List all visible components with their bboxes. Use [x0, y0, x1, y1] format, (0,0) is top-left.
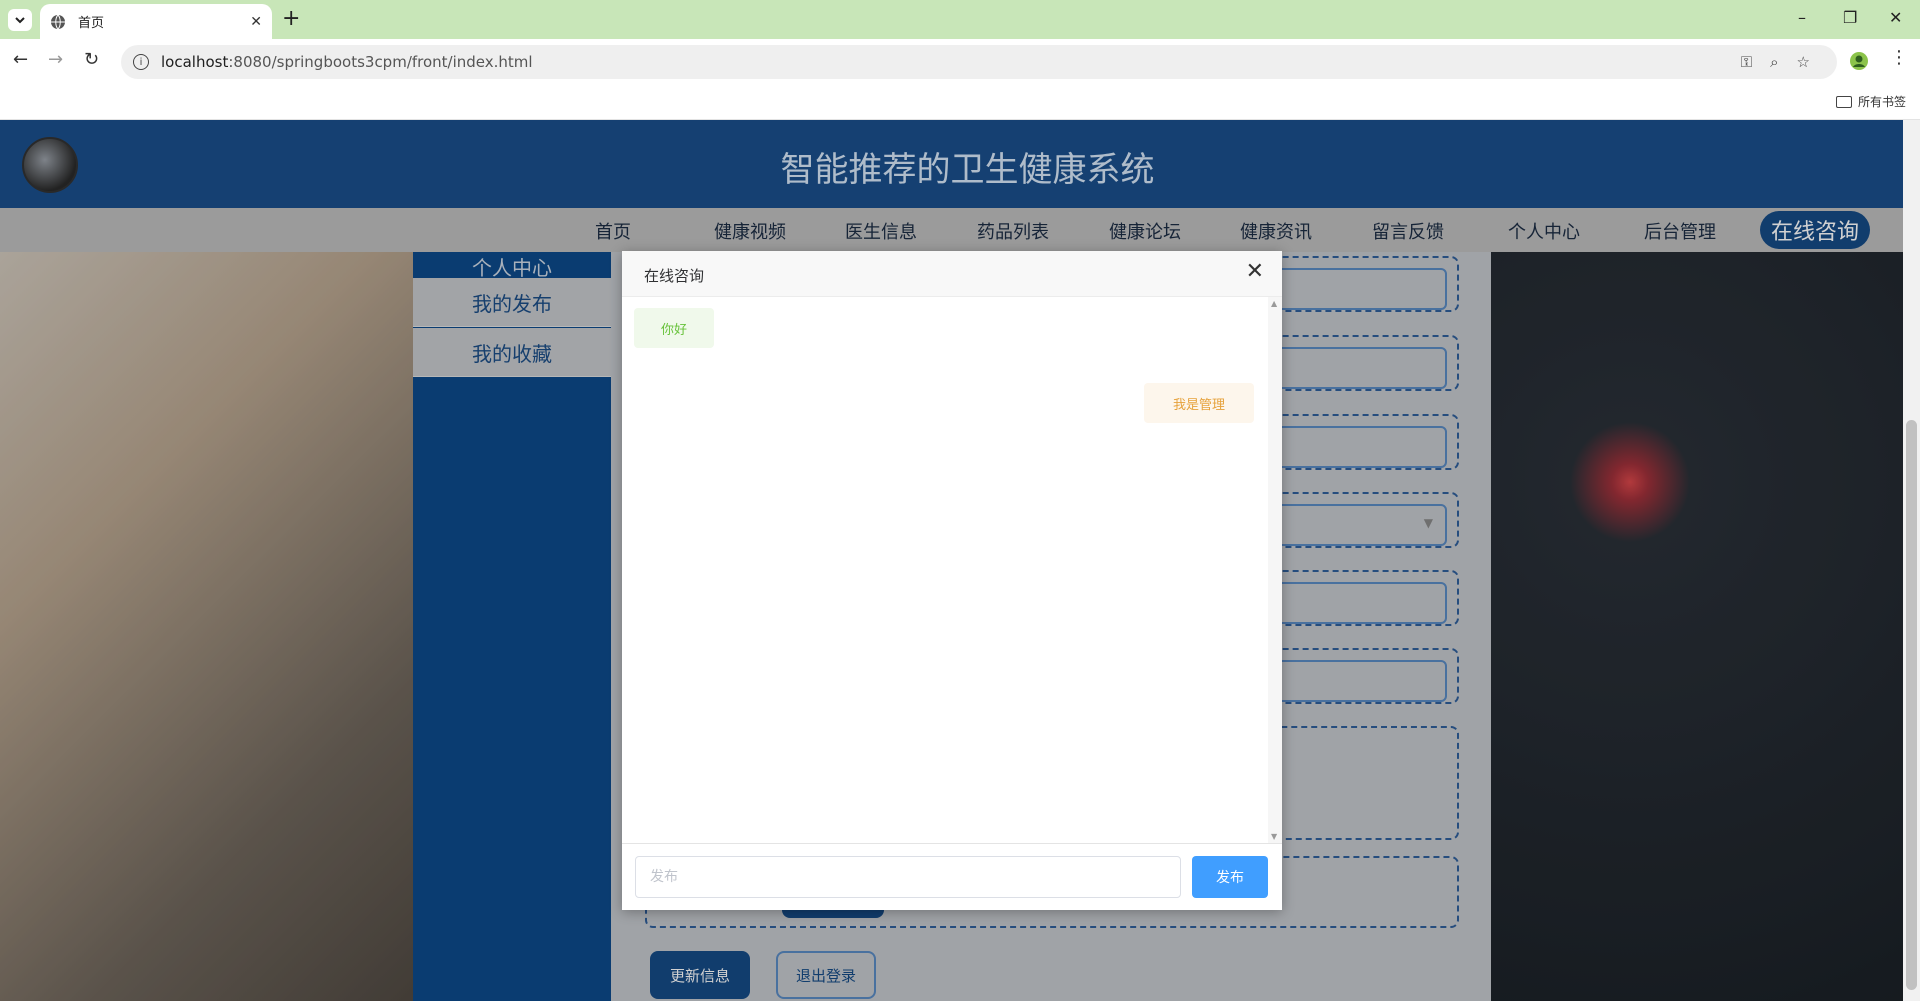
menu-kebab-icon[interactable]: ⋮ — [1890, 47, 1908, 68]
bookmarks-bar: 所有书签 — [0, 83, 1920, 120]
browser-tab-bar: 首页 ✕ + – ❐ ✕ — [0, 0, 1920, 39]
minimize-icon[interactable]: – — [1798, 8, 1806, 27]
all-bookmarks-button[interactable]: 所有书签 — [1835, 93, 1906, 110]
scrollbar-thumb[interactable] — [1906, 420, 1917, 990]
page-scrollbar[interactable] — [1903, 120, 1920, 1001]
restore-icon[interactable]: ❐ — [1843, 8, 1857, 27]
site-info-icon[interactable]: i — [133, 54, 149, 70]
omnibox-actions: ⚿⌕☆ — [1741, 53, 1828, 71]
profile-icon[interactable] — [1850, 52, 1868, 70]
tab-search-button[interactable] — [8, 9, 32, 31]
new-tab-button[interactable]: + — [282, 8, 300, 30]
url-path: :8080/springboots3cpm/front/index.html — [228, 53, 533, 71]
all-bookmarks-label: 所有书签 — [1857, 95, 1906, 109]
dialog-header: 在线咨询 ✕ — [622, 251, 1282, 297]
chevron-down-icon — [15, 17, 25, 24]
chat-message-left: 你好 — [634, 308, 714, 348]
tab-close-icon[interactable]: ✕ — [250, 14, 262, 30]
send-button[interactable]: 发布 — [1192, 856, 1268, 898]
close-icon[interactable]: ✕ — [1246, 261, 1264, 283]
window-close-icon[interactable]: ✕ — [1889, 8, 1902, 27]
tab-title: 首页 — [78, 16, 105, 31]
zoom-icon[interactable]: ⌕ — [1770, 53, 1796, 71]
address-toolbar: ← → ↻ i localhost:8080/springboots3cpm/f… — [0, 39, 1920, 83]
browser-tab[interactable]: 首页 ✕ — [40, 4, 272, 39]
chat-message-right: 我是管理 — [1144, 383, 1254, 423]
globe-icon — [51, 14, 65, 29]
reload-icon[interactable]: ↻ — [84, 49, 99, 70]
dialog-title: 在线咨询 — [644, 267, 705, 285]
back-icon[interactable]: ← — [13, 49, 28, 70]
scroll-up-icon[interactable]: ▲ — [1271, 299, 1277, 308]
key-icon[interactable]: ⚿ — [1741, 53, 1770, 71]
url-bar[interactable]: i localhost:8080/springboots3cpm/front/i… — [121, 45, 1837, 79]
folder-icon — [1835, 95, 1852, 108]
chat-scrollbar[interactable]: ▲ ▼ — [1268, 297, 1282, 843]
url-host: localhost — [161, 53, 229, 71]
message-input[interactable] — [635, 856, 1181, 898]
star-icon[interactable]: ☆ — [1797, 53, 1828, 71]
consult-dialog: 在线咨询 ✕ 你好 我是管理 ▲ ▼ 发布 — [622, 251, 1282, 910]
forward-icon[interactable]: → — [48, 49, 63, 70]
dialog-footer: 发布 — [622, 843, 1282, 910]
chat-area: 你好 我是管理 — [622, 297, 1268, 843]
scroll-down-icon[interactable]: ▼ — [1271, 832, 1277, 841]
